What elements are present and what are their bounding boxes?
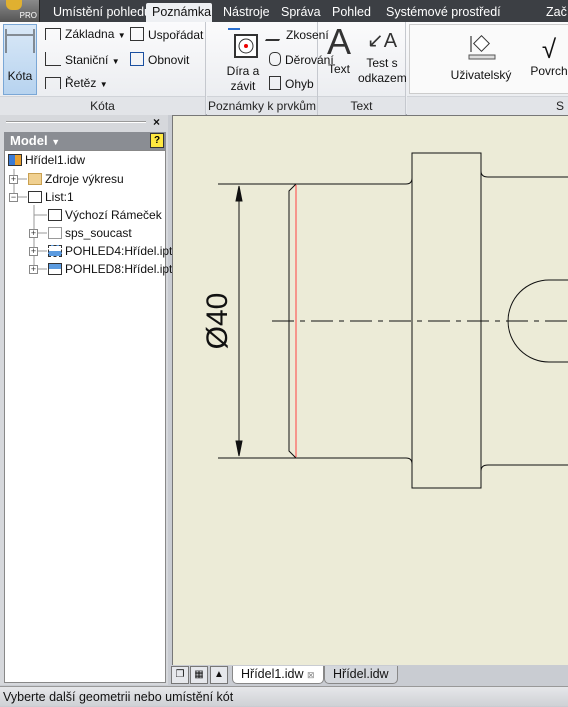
surface-texture-icon: √ [541,34,557,64]
tab-zacatek[interactable]: Zač [540,3,568,22]
povrch-button[interactable]: √ Povrch [527,34,568,79]
doc-tab-label: Hřídel1.idw [241,667,304,681]
arrowhead-bottom [235,440,243,457]
status-bar: Vyberte další geometrii nebo umístění kó… [0,686,568,706]
drawing-canvas[interactable]: Ø40 [172,115,568,665]
arrowhead-top [235,185,243,202]
right-shaft-bottom [480,464,568,472]
tile-windows-icon[interactable]: ▦ [190,666,208,684]
close-tab-icon[interactable]: ⊠ [307,670,315,680]
doc-tab-label: Hřídel.idw [333,667,389,681]
povrch-label: Povrch [530,64,568,78]
group-symboly: Uživatelský √ Povrch S [407,22,568,115]
user-symbol-icon [468,35,496,60]
document-tabs: ❐ ▦ ▲ Hřídel1.idw ⊠ Hřídel.idw [168,665,568,685]
shaft-drawing: Ø40 [201,152,568,489]
uzivatelsky-button[interactable]: Uživatelský [449,34,513,83]
doc-tab-hridel[interactable]: Hřídel.idw [324,666,398,684]
group-label-symboly: S [407,96,568,115]
dimension-text[interactable]: Ø40 [201,293,234,350]
uzivatelsky-label: Uživatelský [450,68,512,82]
right-shaft-top [480,170,568,178]
arrow-up-icon[interactable]: ▲ [210,666,228,684]
doc-tab-hridel1[interactable]: Hřídel1.idw ⊠ [232,666,324,684]
cascade-windows-icon[interactable]: ❐ [171,666,189,684]
tab-systemove-prostredi[interactable]: Systémové prostředí [380,3,507,22]
